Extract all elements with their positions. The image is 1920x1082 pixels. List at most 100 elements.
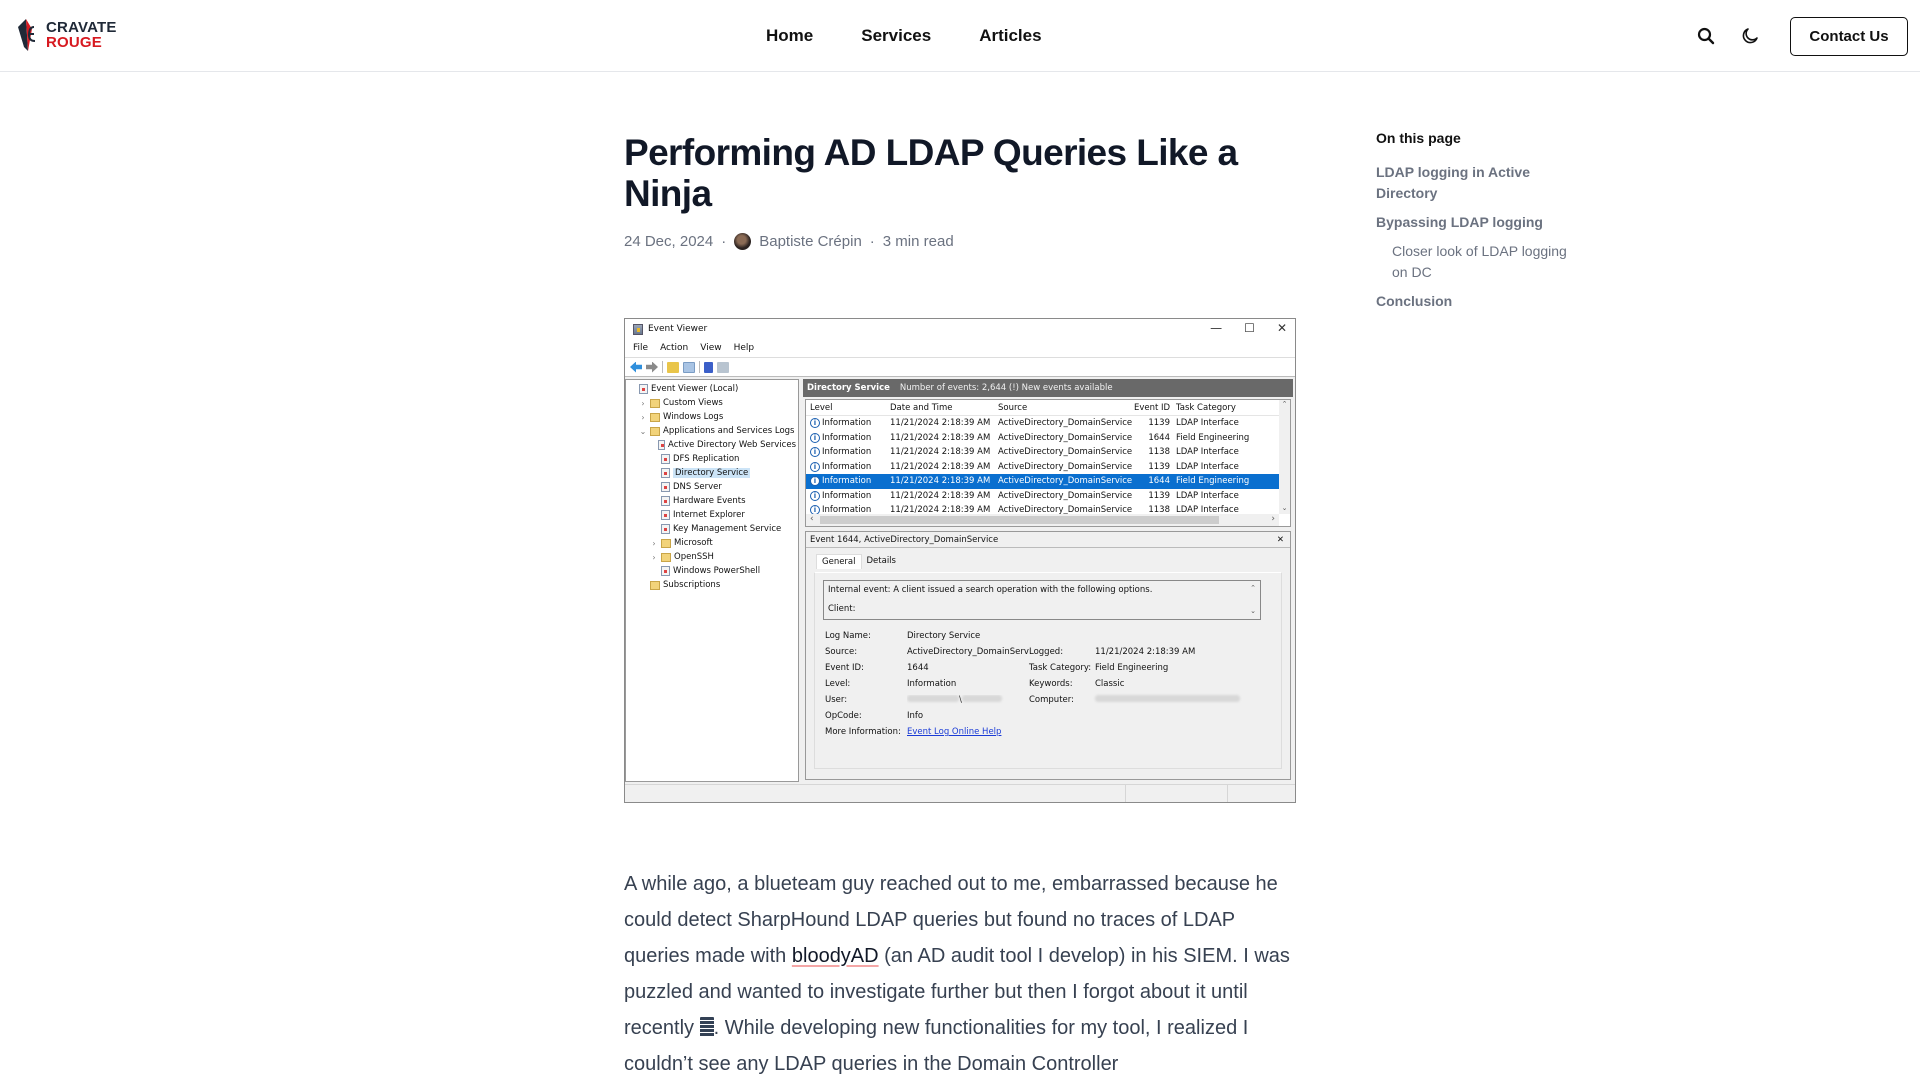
ev-tree-item: Subscriptions: [628, 578, 796, 592]
ev-row-source: ActiveDirectory_DomainService: [998, 418, 1133, 429]
redacted-user: \: [907, 695, 1029, 705]
ev-tab-general: General: [816, 554, 862, 569]
ev-row-event-id: 1644: [1148, 432, 1170, 443]
ev-tree-label: Windows PowerShell: [673, 566, 761, 576]
ev-row-level: Information: [822, 476, 872, 487]
site-logo[interactable]: CRAVATE ROUGE: [12, 17, 117, 53]
folder-icon: [661, 538, 671, 548]
author-name[interactable]: Baptiste Crépin: [759, 233, 862, 250]
notebook-emoji-icon: [699, 1017, 714, 1037]
ev-tree-item: › Windows Logs: [628, 410, 796, 424]
toc-item-bypassing[interactable]: Bypassing LDAP logging: [1376, 212, 1576, 233]
prop-label: Event ID:: [825, 663, 864, 673]
ev-toolbar: [625, 357, 1295, 377]
theme-toggle-button[interactable]: [1738, 24, 1762, 48]
prop-value: Info: [907, 711, 924, 721]
ev-log-info: Number of events: 2,644 (!) New events a…: [899, 383, 1113, 393]
forward-arrow-icon: [646, 361, 658, 373]
nav-services[interactable]: Services: [861, 26, 931, 46]
ev-tree-label: Hardware Events: [673, 496, 746, 506]
bloodyad-link[interactable]: bloodyAD: [792, 945, 879, 967]
ev-event-message: Internal event: A client issued a search…: [823, 580, 1261, 620]
prop-label: Keywords:: [1029, 679, 1073, 689]
ev-tree-item: ⌄ Applications and Services Logs: [628, 424, 796, 438]
ev-log-header: Directory Service Number of events: 2,64…: [803, 379, 1293, 397]
ev-tree-item: Internet Explorer: [628, 508, 796, 522]
ev-tree-label: DFS Replication: [673, 454, 740, 464]
ev-tree-item: Directory Service: [628, 466, 796, 480]
ev-row-level: Information: [822, 461, 872, 472]
ev-tree-label: OpenSSH: [674, 552, 714, 562]
logo-text-line1: CRAVATE: [46, 19, 117, 36]
contact-us-button[interactable]: Contact Us: [1790, 17, 1908, 56]
ev-menu-view: View: [700, 343, 722, 353]
ev-tree-item: › Microsoft: [628, 536, 796, 550]
ev-tree-pane: Event Viewer (Local) › Custom Views › Window…: [625, 379, 799, 782]
ev-tree-label: Microsoft: [674, 538, 713, 548]
ev-row-event-id: 1139: [1148, 418, 1170, 429]
prop-label: More Information:: [825, 727, 901, 737]
ev-message-line: Internal event: A client issued a search…: [828, 585, 1153, 595]
publish-date: 24 Dec, 2024: [624, 233, 714, 250]
ev-message-client: Client:: [828, 604, 856, 614]
ev-tree-item: DFS Replication: [628, 452, 796, 466]
ev-row-date: 11/21/2024 2:18:39 AM: [890, 461, 991, 472]
site-header: CRAVATE ROUGE Home Services Articles Con…: [0, 0, 1920, 72]
ev-tab-details: Details: [866, 556, 896, 566]
table-of-contents: On this page LDAP logging in Active Dire…: [1376, 130, 1576, 320]
ev-row-category: LDAP Interface: [1176, 490, 1239, 501]
toc-item-closer-look[interactable]: Closer look of LDAP logging on DC: [1376, 241, 1576, 283]
info-icon: i: [810, 476, 820, 487]
toc-heading: On this page: [1376, 130, 1461, 146]
search-icon: [1697, 27, 1715, 45]
redacted-computer: [1095, 695, 1255, 705]
ev-tree-label: Event Viewer (Local): [651, 384, 739, 394]
article-paragraph: A while ago, a blueteam guy reached out …: [624, 866, 1304, 1082]
chevron-right-icon: ›: [641, 398, 645, 408]
ev-event-detail: Event 1644, ActiveDirectory_DomainServic…: [805, 531, 1291, 780]
prop-value: Classic: [1095, 679, 1125, 689]
ev-row-date: 11/21/2024 2:18:39 AM: [890, 490, 991, 501]
ev-row-category: LDAP Interface: [1176, 418, 1239, 429]
nav-articles[interactable]: Articles: [979, 26, 1041, 46]
ev-event-row: i Information 11/21/2024 2:18:39 AM ActiveD…: [806, 489, 1290, 504]
page-title: Performing AD LDAP Queries Like a Ninja: [624, 132, 1238, 214]
prop-value: ActiveDirectory_DomainServ: [907, 647, 1029, 657]
ev-tree-label: Subscriptions: [663, 580, 721, 590]
prop-value: 1644: [907, 663, 929, 673]
ev-menu-action: Action: [660, 343, 689, 353]
ev-row-category: LDAP Interface: [1176, 447, 1239, 458]
ev-list-header: Level Date and Time Source Event ID Task…: [806, 400, 1290, 416]
cravate-tie-logo-icon: [12, 17, 42, 53]
main-nav: Home Services Articles: [766, 0, 1042, 72]
toc-item-ldap-logging[interactable]: LDAP logging in Active Directory: [1376, 162, 1576, 204]
toc-item-conclusion[interactable]: Conclusion: [1376, 291, 1576, 312]
chevron-down-icon: ⌄: [639, 426, 647, 436]
ev-row-source: ActiveDirectory_DomainService: [998, 490, 1133, 501]
action-pane-icon: [717, 361, 729, 373]
event-log-help-link: Event Log Online Help: [907, 727, 1002, 737]
maximize-icon: ☐: [1244, 321, 1255, 335]
ev-tree-item: Hardware Events: [628, 494, 796, 508]
ev-tree-label: Directory Service: [673, 468, 751, 478]
folder-icon: [650, 580, 660, 590]
info-icon: i: [810, 447, 820, 458]
close-icon: ✕: [1276, 534, 1284, 545]
prop-value: Field Engineering: [1095, 663, 1169, 673]
folder-icon: [650, 412, 660, 422]
ev-tree-item: Key Management Service: [628, 522, 796, 536]
meta-separator: ·: [721, 233, 727, 250]
moon-icon: [1742, 28, 1758, 44]
ev-event-row: i Information 11/21/2024 2:18:39 AM ActiveD…: [806, 460, 1290, 475]
info-icon: i: [810, 490, 820, 501]
read-time: 3 min read: [882, 233, 954, 250]
ev-event-row: i Information 11/21/2024 2:18:39 AM ActiveD…: [806, 445, 1290, 460]
ev-row-category: LDAP Interface: [1176, 461, 1239, 472]
close-icon: ✕: [1276, 321, 1287, 335]
article-meta: 24 Dec, 2024 · Baptiste Crépin · 3 min r…: [624, 233, 954, 250]
ev-row-level: Information: [822, 490, 872, 501]
ev-row-source: ActiveDirectory_DomainService: [998, 432, 1133, 443]
search-button[interactable]: [1694, 24, 1718, 48]
nav-home[interactable]: Home: [766, 26, 813, 46]
folder-icon: [650, 426, 660, 436]
